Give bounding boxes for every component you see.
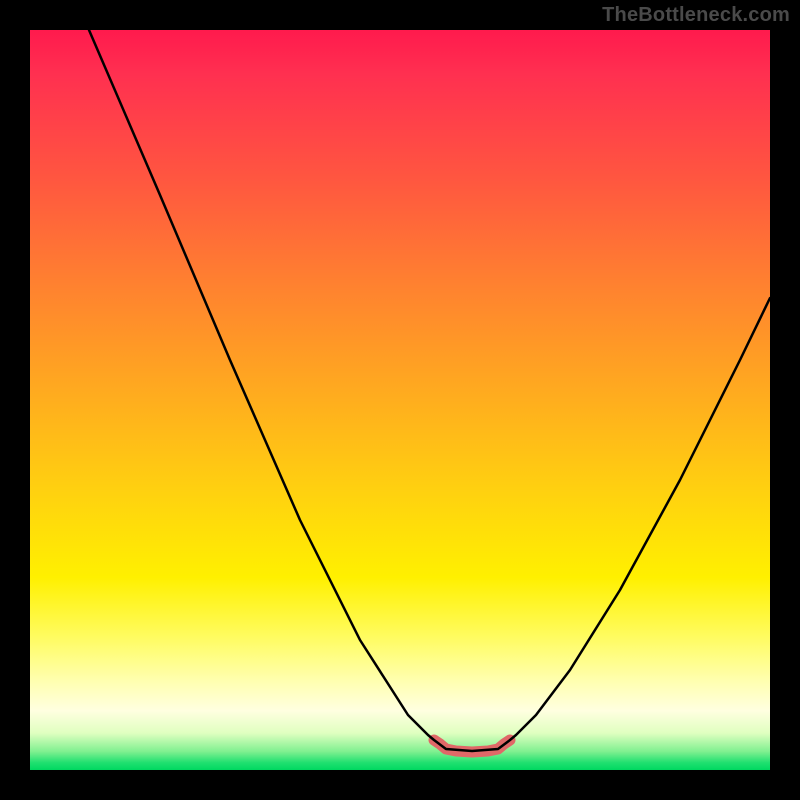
chart-plot-area <box>30 30 770 770</box>
main-curve-path <box>89 30 770 751</box>
chart-svg <box>30 30 770 770</box>
watermark-text: TheBottleneck.com <box>602 4 790 27</box>
